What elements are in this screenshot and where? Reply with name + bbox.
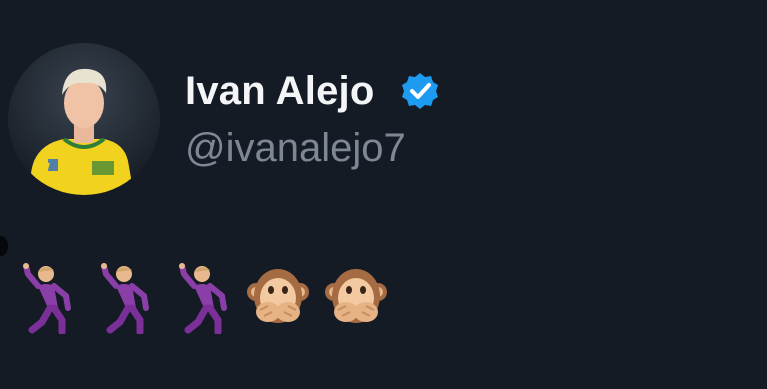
user-handle[interactable]: @ivanalejo7 [185,124,406,172]
dancing-man-icon [179,263,227,334]
dancing-man-icon [23,263,71,334]
edge-shadow [0,236,8,256]
display-name[interactable]: Ivan Alejo [185,67,374,115]
avatar-photo-icon [8,43,160,195]
profile-avatar[interactable] [8,43,160,195]
speak-no-evil-monkey-icon [247,269,309,323]
speak-no-evil-monkey-icon [325,269,387,323]
dancing-man-icon [101,263,149,334]
tweet-screen: Ivan Alejo @ivanalejo7 [0,0,767,389]
verified-badge-icon [402,73,438,109]
